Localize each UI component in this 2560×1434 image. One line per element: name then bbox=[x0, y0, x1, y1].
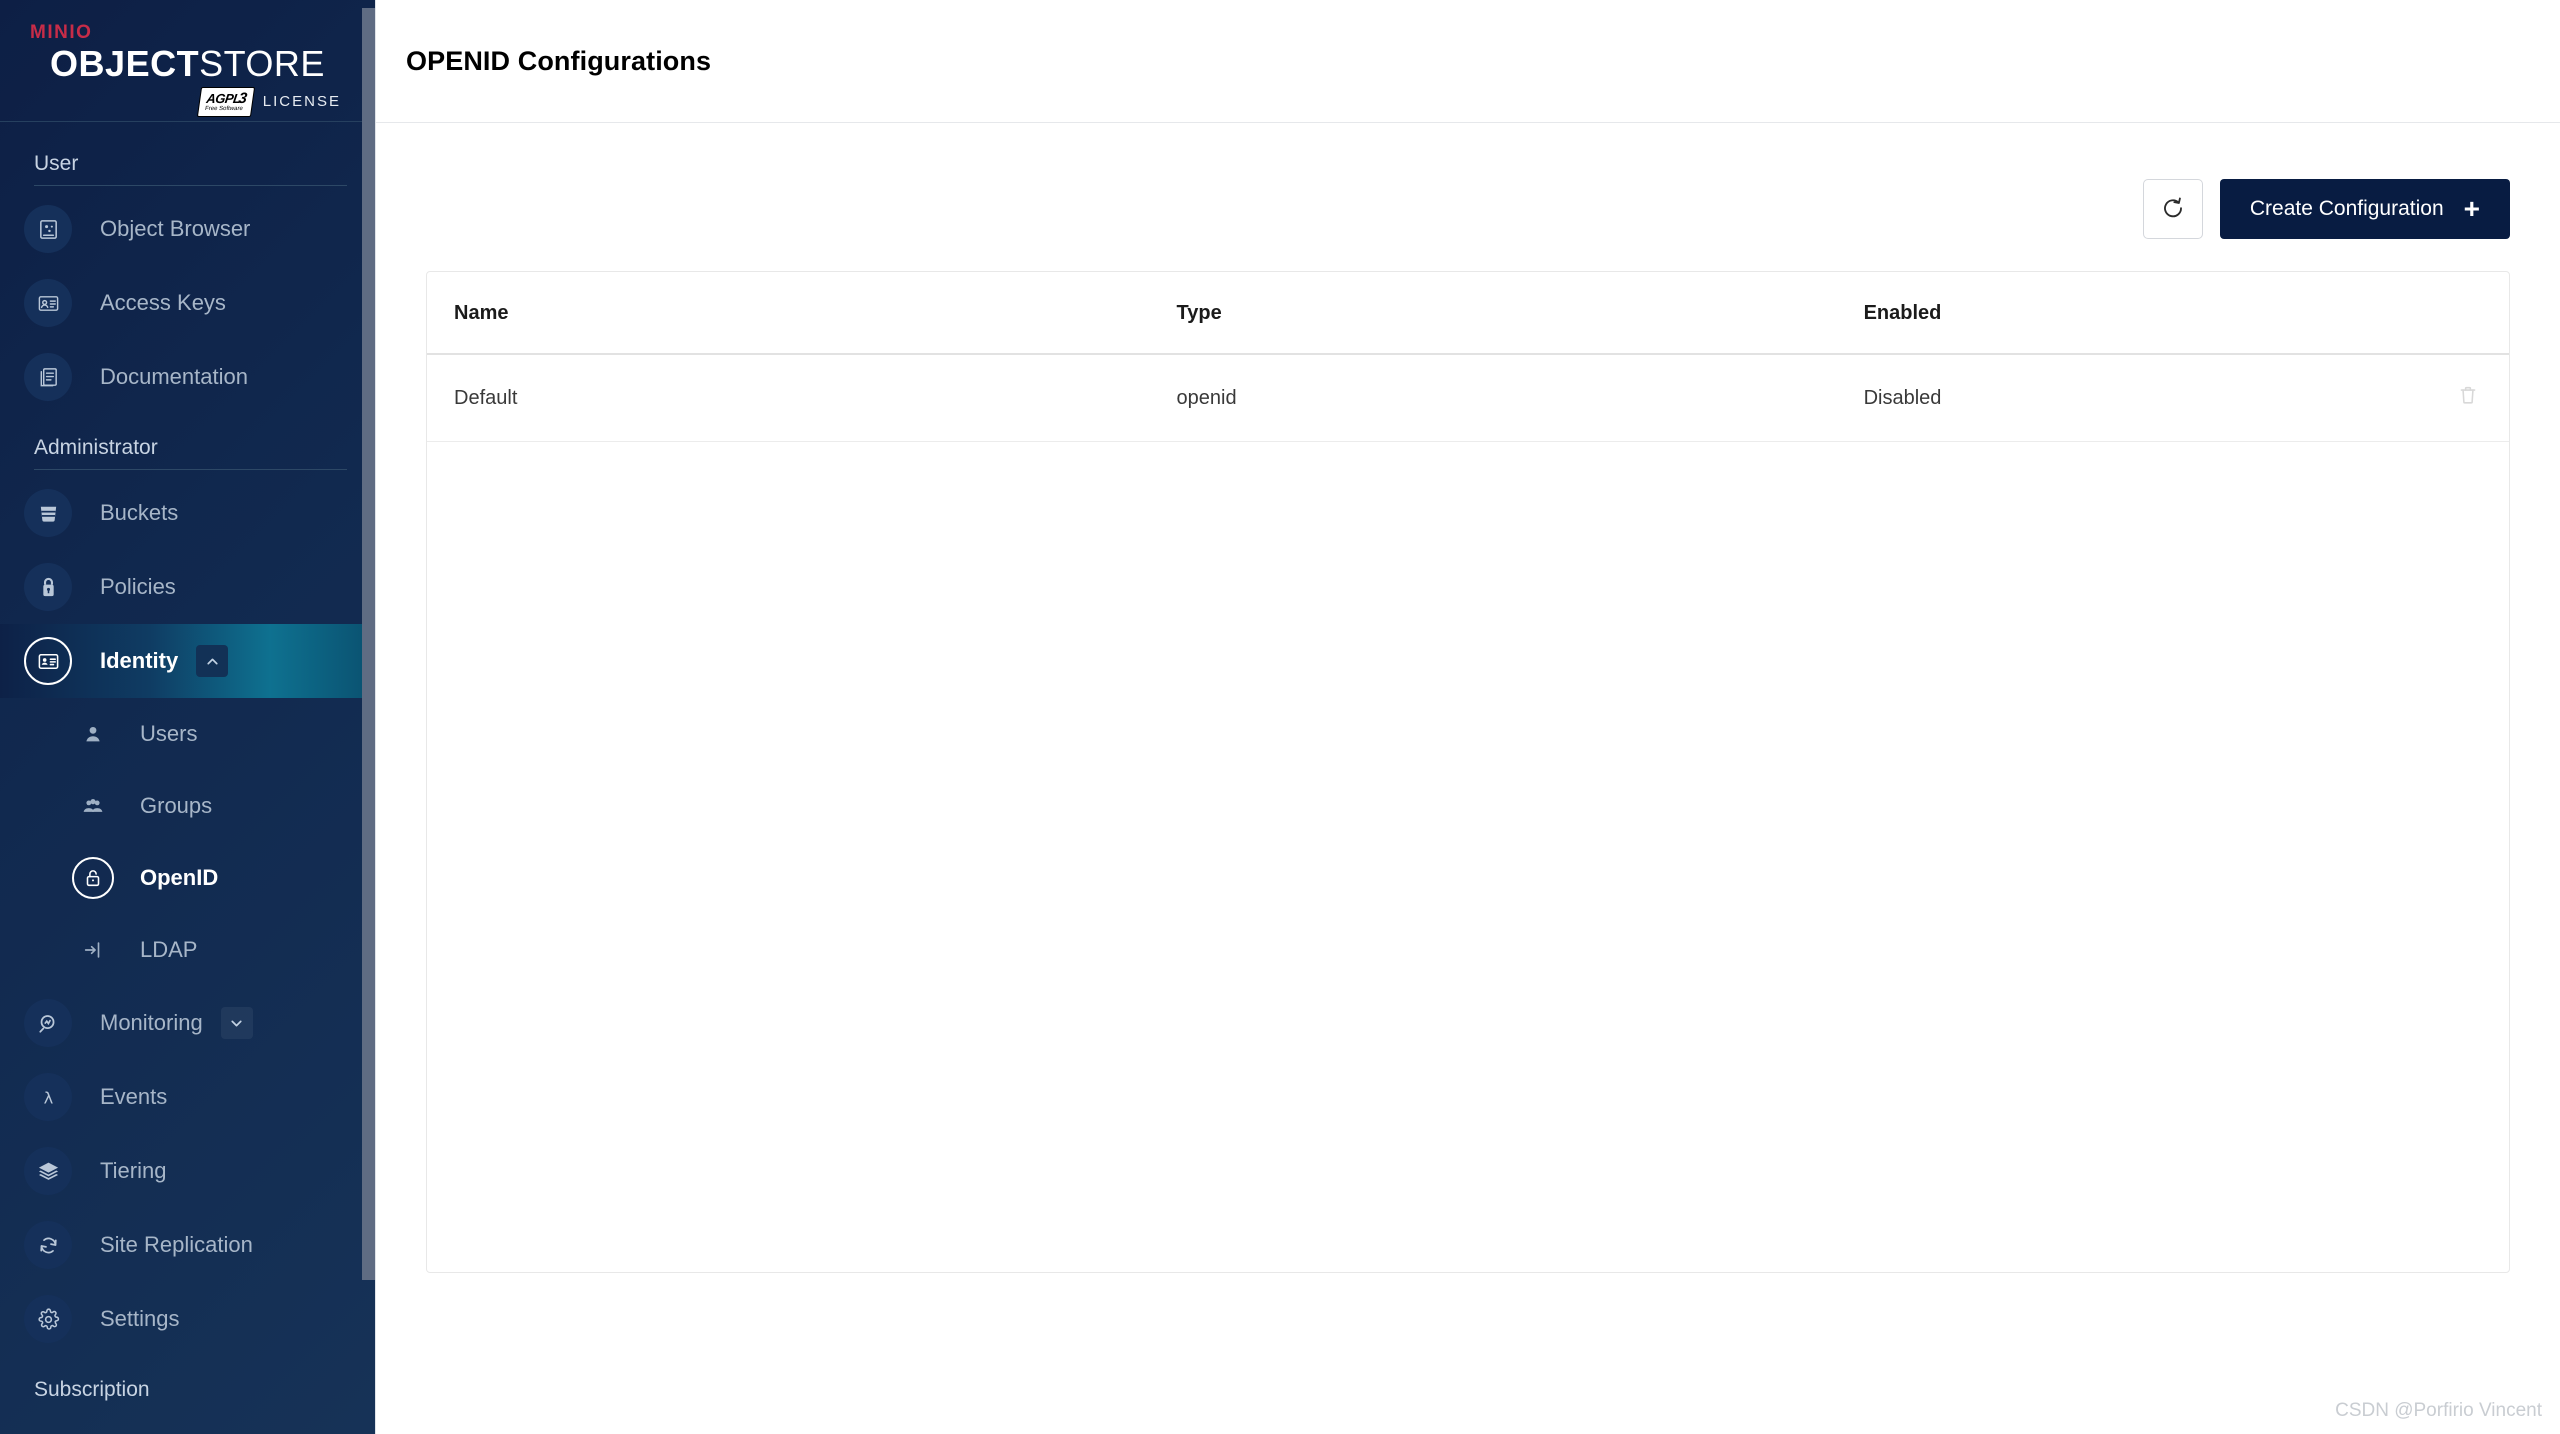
brand-logo[interactable]: MINIO OBJECTSTORE AGPL3 Free Software LI… bbox=[0, 0, 375, 122]
sidebar-item-object-browser[interactable]: Object Browser bbox=[0, 192, 375, 266]
monitoring-search-icon bbox=[24, 999, 72, 1047]
license-badge: AGPL3 Free Software LICENSE bbox=[196, 86, 341, 117]
sidebar-item-label: Policies bbox=[100, 574, 176, 599]
table-header-row: Name Type Enabled bbox=[427, 272, 2509, 355]
user-icon bbox=[72, 713, 114, 755]
chevron-down-icon[interactable] bbox=[220, 1007, 253, 1039]
cell-type: openid bbox=[1176, 354, 1864, 442]
sidebar-item-documentation[interactable]: Documentation bbox=[0, 340, 375, 414]
sidebar-scrollbar[interactable] bbox=[362, 0, 375, 1434]
sidebar-item-events[interactable]: λ Events bbox=[0, 1060, 375, 1134]
sidebar-item-access-keys[interactable]: Access Keys bbox=[0, 266, 375, 340]
refresh-button[interactable] bbox=[2142, 179, 2203, 239]
sidebar-item-label: Settings bbox=[100, 1306, 180, 1331]
sidebar-item-tiering[interactable]: Tiering bbox=[0, 1134, 375, 1208]
sidebar-item-openid[interactable]: OpenID bbox=[0, 842, 375, 914]
gear-icon bbox=[24, 1295, 72, 1343]
sidebar-item-label: Identity bbox=[100, 648, 179, 673]
site-replication-icon bbox=[24, 1221, 72, 1269]
app-root: MINIO OBJECTSTORE AGPL3 Free Software LI… bbox=[0, 0, 2560, 1434]
sidebar-item-identity[interactable]: Identity bbox=[0, 624, 375, 698]
toolbar: Create Configuration + bbox=[426, 179, 2510, 239]
bucket-icon bbox=[24, 489, 72, 537]
identity-card-icon bbox=[24, 637, 72, 685]
agpl-version: 3 bbox=[237, 89, 248, 107]
sidebar-item-buckets[interactable]: Buckets bbox=[0, 476, 375, 550]
object-store-wordmark: OBJECTSTORE bbox=[50, 45, 325, 83]
agpl-subtext: Free Software bbox=[204, 105, 243, 112]
watermark: CSDN @Porfirio Vincent bbox=[2335, 1400, 2542, 1421]
sidebar-section-user: User bbox=[34, 152, 79, 175]
sidebar-item-settings[interactable]: Settings bbox=[0, 1282, 375, 1356]
license-label: LICENSE bbox=[262, 93, 341, 111]
sidebar-item-label: Monitoring bbox=[100, 1010, 203, 1035]
wordmark-store: STORE bbox=[199, 43, 325, 84]
sidebar-subitem-label: LDAP bbox=[140, 937, 198, 962]
main-content: OPENID Configurations Create Configurati… bbox=[375, 0, 2560, 1434]
page-header: OPENID Configurations bbox=[376, 0, 2560, 123]
sidebar-subitem-label: Groups bbox=[140, 793, 213, 818]
create-configuration-label: Create Configuration bbox=[2249, 197, 2444, 220]
create-configuration-button[interactable]: Create Configuration + bbox=[2219, 179, 2510, 239]
table-row[interactable]: Default openid Disabled bbox=[427, 354, 2509, 442]
sidebar-item-ldap[interactable]: LDAP bbox=[0, 914, 375, 986]
ldap-login-icon bbox=[72, 929, 114, 971]
column-header-type[interactable]: Type bbox=[1176, 272, 1864, 355]
agpl-text: AGPL bbox=[205, 90, 242, 106]
sidebar-item-policies[interactable]: Policies bbox=[0, 550, 375, 624]
cell-name: Default bbox=[427, 354, 1177, 442]
sidebar-item-label: Events bbox=[100, 1084, 168, 1109]
sidebar-item-monitoring[interactable]: Monitoring bbox=[0, 986, 375, 1060]
sidebar-nav: User Object Browser Access Keys Document… bbox=[0, 122, 375, 1434]
sidebar-item-label: Object Browser bbox=[100, 216, 251, 241]
sidebar-scrollbar-thumb[interactable] bbox=[362, 8, 375, 1280]
sidebar-section-administrator: Administrator bbox=[34, 436, 158, 459]
refresh-icon bbox=[2160, 195, 2186, 224]
cell-enabled: Disabled bbox=[1863, 354, 2385, 442]
configurations-card: Name Type Enabled Default openid Disable… bbox=[426, 271, 2510, 1273]
events-lambda-icon: λ bbox=[24, 1073, 72, 1121]
trash-icon bbox=[2457, 383, 2479, 410]
minio-wordmark: MINIO bbox=[30, 22, 93, 43]
cell-actions bbox=[2384, 354, 2509, 442]
openid-lock-icon bbox=[72, 857, 114, 899]
divider-user bbox=[34, 185, 347, 186]
sidebar-item-label: Site Replication bbox=[100, 1232, 253, 1257]
column-header-enabled[interactable]: Enabled bbox=[1863, 272, 2385, 355]
chevron-up-icon[interactable] bbox=[196, 645, 229, 677]
page-title: OPENID Configurations bbox=[406, 45, 712, 76]
agpl-icon: AGPL3 Free Software bbox=[196, 86, 255, 117]
object-browser-icon bbox=[24, 205, 72, 253]
svg-text:λ: λ bbox=[43, 1088, 53, 1107]
tiering-layers-icon bbox=[24, 1147, 72, 1195]
column-header-name[interactable]: Name bbox=[427, 272, 1177, 355]
access-keys-icon bbox=[24, 279, 72, 327]
sidebar: MINIO OBJECTSTORE AGPL3 Free Software LI… bbox=[0, 0, 375, 1434]
sidebar-item-label: Documentation bbox=[100, 364, 248, 389]
table-body: Default openid Disabled bbox=[427, 354, 2509, 442]
table-head: Name Type Enabled bbox=[427, 272, 2509, 355]
sidebar-section-subscription: Subscription bbox=[34, 1378, 150, 1401]
divider-administrator bbox=[34, 469, 347, 470]
delete-configuration-button[interactable] bbox=[2457, 383, 2479, 410]
policy-lock-icon bbox=[24, 563, 72, 611]
groups-icon bbox=[72, 785, 114, 827]
documentation-icon bbox=[24, 353, 72, 401]
sidebar-item-label: Buckets bbox=[100, 500, 179, 525]
sidebar-item-groups[interactable]: Groups bbox=[0, 770, 375, 842]
sidebar-subitem-label: OpenID bbox=[140, 865, 219, 890]
page-body: Create Configuration + Name Type Enabled bbox=[376, 123, 2560, 1273]
sidebar-item-label: Access Keys bbox=[100, 290, 226, 315]
column-header-actions bbox=[2384, 272, 2509, 355]
configurations-table: Name Type Enabled Default openid Disable… bbox=[427, 272, 2509, 442]
wordmark-object: OBJECT bbox=[50, 43, 200, 84]
plus-icon: + bbox=[2463, 193, 2480, 224]
sidebar-subitem-label: Users bbox=[140, 721, 198, 746]
sidebar-item-site-replication[interactable]: Site Replication bbox=[0, 1208, 375, 1282]
sidebar-item-users[interactable]: Users bbox=[0, 698, 375, 770]
sidebar-item-label: Tiering bbox=[100, 1158, 167, 1183]
